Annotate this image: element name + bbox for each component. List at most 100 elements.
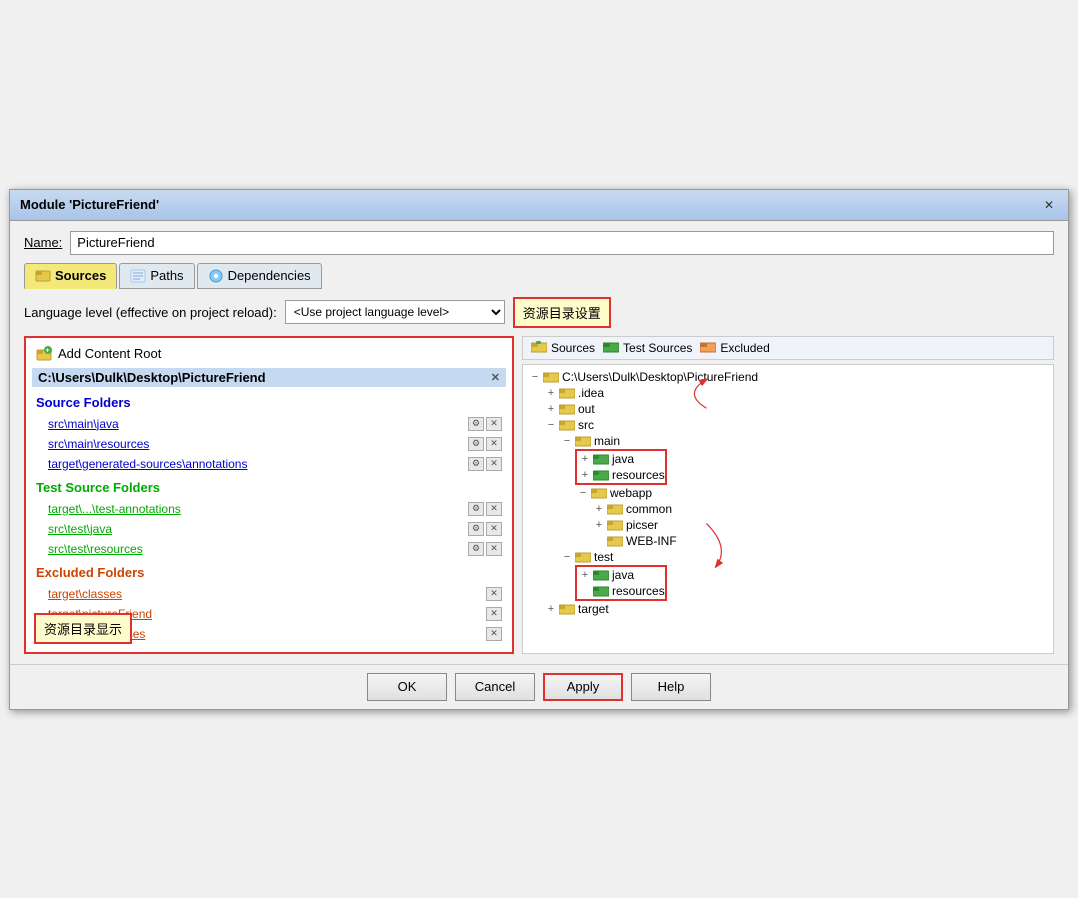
paths-tab-icon [130,268,146,284]
test-source-folder-edit-btn-1[interactable]: ⚙ [468,502,484,516]
legend-sources-icon [531,341,547,354]
language-level-select[interactable]: <Use project language level> [285,300,505,324]
excluded-folder-remove-btn-1[interactable]: ✕ [486,587,502,601]
apply-button[interactable]: Apply [543,673,623,701]
test-source-folder-remove-btn-2[interactable]: ✕ [486,522,502,536]
src-label: src [578,418,594,432]
tree-node-webinf[interactable]: + WEB-INF [591,533,1049,549]
close-button[interactable]: ✕ [1040,196,1058,214]
module-name-input[interactable] [70,231,1054,255]
test-folder-icon [575,550,591,564]
right-panel: Sources Test Sources [522,336,1054,654]
cancel-button[interactable]: Cancel [455,673,535,701]
svg-text:+: + [46,347,50,354]
legend-row: Sources Test Sources [522,336,1054,360]
common-expander[interactable]: + [591,503,607,515]
idea-folder-icon [559,386,575,400]
source-folder-remove-btn-1[interactable]: ✕ [486,417,502,431]
content-root-close-icon[interactable]: ✕ [491,371,500,384]
java-test-expander[interactable]: + [577,569,593,581]
test-source-folder-edit-btn-3[interactable]: ⚙ [468,542,484,556]
test-source-folder-item-1: target\...\test-annotations ⚙ ✕ [32,501,506,517]
tab-dependencies[interactable]: Dependencies [197,263,322,289]
tree-node-test[interactable]: − test [559,549,1049,565]
test-source-folder-remove-btn-3[interactable]: ✕ [486,542,502,556]
java-source-expander[interactable]: + [577,453,593,465]
tree-root-node[interactable]: − C:\Users\Dulk\Desktop\PictureFriend [527,369,1049,385]
left-panel: + Add Content Root C:\Users\Dulk\Desktop… [24,336,514,654]
target-expander[interactable]: + [543,603,559,615]
tree-node-idea[interactable]: + .idea [543,385,1049,401]
test-java-highlight-box: + java + [575,565,667,601]
test-source-folder-actions-3: ⚙ ✕ [468,542,502,556]
dialog-content: Name: Sources Paths Dependencies Languag… [10,221,1068,664]
ok-button[interactable]: OK [367,673,447,701]
tree-node-main[interactable]: − main [559,433,1049,449]
test-label: test [594,550,613,564]
common-folder-icon [607,502,623,516]
content-root-path: C:\Users\Dulk\Desktop\PictureFriend ✕ [32,368,506,387]
test-source-folder-remove-btn-1[interactable]: ✕ [486,502,502,516]
tree-root-label: C:\Users\Dulk\Desktop\PictureFriend [562,370,758,384]
src-expander[interactable]: − [543,419,559,431]
tree-node-resources-source[interactable]: + resources [577,467,665,483]
tree-node-test-java-wrapper: + java + [575,565,1049,601]
resources-source-expander[interactable]: + [577,469,593,481]
resources-source-label: resources [612,468,665,482]
main-expander[interactable]: − [559,435,575,447]
tree-node-java-source-wrapper: + java + [575,449,1049,485]
tab-sources[interactable]: Sources [24,263,117,289]
bottom-buttons: OK Cancel Apply Help [10,664,1068,709]
dependencies-tab-icon [208,268,224,284]
idea-expander[interactable]: + [543,387,559,399]
name-label: Name: [24,235,62,250]
excluded-folder-actions-2: ✕ [486,607,502,621]
out-expander[interactable]: + [543,403,559,415]
excluded-folder-remove-btn-3[interactable]: ✕ [486,627,502,641]
legend-test-sources-label: Test Sources [623,341,692,355]
language-level-row: Language level (effective on project rel… [24,297,1054,328]
source-folder-remove-btn-2[interactable]: ✕ [486,437,502,451]
legend-sources-label: Sources [551,341,595,355]
tree-node-java-test[interactable]: + java [577,567,665,583]
tree-node-out[interactable]: + out [543,401,1049,417]
source-folder-edit-btn-1[interactable]: ⚙ [468,417,484,431]
file-tree[interactable]: − C:\Users\Dulk\Desktop\PictureFriend + [522,364,1054,654]
excluded-folders-header: Excluded Folders [32,561,506,582]
source-folder-edit-btn-3[interactable]: ⚙ [468,457,484,471]
webapp-expander[interactable]: − [575,487,591,499]
tree-node-java-source[interactable]: + java [577,451,665,467]
test-source-folder-item-2: src\test\java ⚙ ✕ [32,521,506,537]
help-button[interactable]: Help [631,673,711,701]
tree-node-src[interactable]: − src [543,417,1049,433]
tree-node-picser[interactable]: + picser [591,517,1049,533]
tab-paths[interactable]: Paths [119,263,194,289]
source-folder-remove-btn-3[interactable]: ✕ [486,457,502,471]
java-source-highlight-box: + java + [575,449,667,485]
legend-test-sources[interactable]: Test Sources [603,341,692,355]
tree-node-webapp[interactable]: − webapp [575,485,1049,501]
test-source-folder-item-3: src\test\resources ⚙ ✕ [32,541,506,557]
dialog-title: Module 'PictureFriend' [20,197,159,212]
source-folder-path-3: target\generated-sources\annotations [48,457,468,471]
legend-excluded[interactable]: Excluded [700,341,769,355]
tree-node-common[interactable]: + common [591,501,1049,517]
tree-node-target[interactable]: + target [543,601,1049,617]
tab-paths-label: Paths [150,268,183,283]
title-bar: Module 'PictureFriend' ✕ [10,190,1068,221]
legend-sources[interactable]: Sources [531,341,595,355]
out-folder-icon [559,402,575,416]
test-source-folder-edit-btn-2[interactable]: ⚙ [468,522,484,536]
java-source-label: java [612,452,634,466]
tabs-row: Sources Paths Dependencies [24,263,1054,289]
tree-root-expander[interactable]: − [527,371,543,383]
add-content-root-button[interactable]: + Add Content Root [32,344,506,364]
picser-expander[interactable]: + [591,519,607,531]
tree-root-folder-icon [543,370,559,384]
tree-node-resources-test[interactable]: + resources [577,583,665,599]
language-level-label: Language level (effective on project rel… [24,305,277,320]
test-expander[interactable]: − [559,551,575,563]
source-folder-edit-btn-2[interactable]: ⚙ [468,437,484,451]
sources-tab-icon [35,268,51,284]
excluded-folder-remove-btn-2[interactable]: ✕ [486,607,502,621]
